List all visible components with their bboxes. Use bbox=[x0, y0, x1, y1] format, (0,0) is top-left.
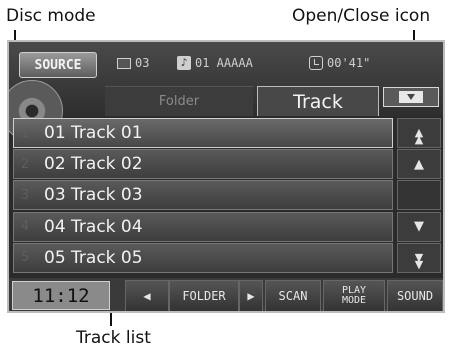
list-item[interactable]: 1 01 Track 01 bbox=[13, 118, 393, 148]
clock-display: 11:12 bbox=[12, 281, 110, 310]
folder-number: 03 bbox=[135, 56, 150, 70]
folder-icon bbox=[117, 57, 131, 69]
track-index: 2 bbox=[20, 156, 30, 172]
left-arrow-icon: ◀ bbox=[143, 289, 151, 303]
up-arrow-icon: ▲ bbox=[414, 156, 424, 172]
header-bar: SOURCE 03 ♪ 01 AAAAA 00'41" Folder Track bbox=[9, 42, 443, 142]
play-mode-line2: MODE bbox=[341, 295, 367, 306]
play-mode-button[interactable]: PLAY MODE bbox=[323, 280, 385, 311]
folder-info: 03 bbox=[117, 56, 149, 70]
bottom-bar: 11:12 ◀ FOLDER ▶ SCAN PLAY MODE SOUND bbox=[9, 278, 443, 311]
down-arrow-icon: ▼ bbox=[414, 219, 424, 235]
open-close-button[interactable] bbox=[383, 87, 439, 107]
scroll-down-button[interactable]: ▼ bbox=[397, 211, 441, 242]
clock-icon bbox=[309, 56, 323, 70]
folder-label: FOLDER bbox=[169, 280, 239, 311]
tab-folder-label: Folder bbox=[158, 94, 200, 109]
scroll-top-button[interactable]: ▲▲ bbox=[397, 118, 441, 148]
prev-folder-button[interactable]: ◀ bbox=[125, 280, 169, 311]
callout-disc-mode: Disc mode bbox=[6, 6, 96, 26]
track-name: 01 Track 01 bbox=[44, 123, 143, 143]
track-index: 3 bbox=[20, 187, 30, 203]
callout-open-close-icon: Open/Close icon bbox=[292, 6, 431, 26]
callout-track-list: Track list bbox=[76, 328, 151, 348]
tab-track[interactable]: Track bbox=[257, 86, 379, 116]
list-item[interactable]: 2 02 Track 02 bbox=[13, 149, 393, 180]
track-list: 1 01 Track 01 2 02 Track 02 3 03 Track 0… bbox=[13, 118, 393, 274]
tab-folder[interactable]: Folder bbox=[105, 86, 253, 116]
list-item[interactable]: 4 04 Track 04 bbox=[13, 211, 393, 242]
scroll-controls: ▲▲ ▲ ▼ ▼▼ bbox=[397, 118, 441, 274]
track-title: 01 AAAAA bbox=[195, 56, 253, 70]
track-name: 02 Track 02 bbox=[44, 154, 143, 175]
scroll-bottom-button[interactable]: ▼▼ bbox=[397, 242, 441, 273]
right-arrow-icon: ▶ bbox=[247, 289, 255, 303]
elapsed-time: 00'41" bbox=[327, 56, 371, 70]
eject-icon bbox=[399, 91, 423, 103]
music-note-icon: ♪ bbox=[177, 56, 191, 70]
track-name: 05 Track 05 bbox=[44, 247, 143, 268]
track-name: 03 Track 03 bbox=[44, 185, 143, 206]
double-down-arrow-icon: ▼▼ bbox=[412, 250, 426, 265]
track-index: 5 bbox=[20, 250, 30, 266]
time-info: 00'41" bbox=[309, 56, 370, 70]
scroll-up-button[interactable]: ▲ bbox=[397, 149, 441, 180]
next-folder-button[interactable]: ▶ bbox=[239, 280, 263, 311]
track-name: 04 Track 04 bbox=[44, 216, 143, 237]
track-index: 1 bbox=[20, 125, 30, 141]
source-button[interactable]: SOURCE bbox=[19, 52, 97, 78]
sound-button[interactable]: SOUND bbox=[387, 280, 443, 311]
scroll-track[interactable] bbox=[397, 180, 441, 211]
list-item[interactable]: 3 03 Track 03 bbox=[13, 180, 393, 211]
track-info: ♪ 01 AAAAA bbox=[177, 56, 253, 70]
track-index: 4 bbox=[20, 219, 30, 235]
scan-button[interactable]: SCAN bbox=[265, 280, 321, 311]
tab-track-label: Track bbox=[293, 90, 343, 113]
list-item[interactable]: 5 05 Track 05 bbox=[13, 242, 393, 273]
audio-screen: SOURCE 03 ♪ 01 AAAAA 00'41" Folder Track… bbox=[7, 40, 445, 313]
double-up-arrow-icon: ▲▲ bbox=[412, 126, 426, 140]
